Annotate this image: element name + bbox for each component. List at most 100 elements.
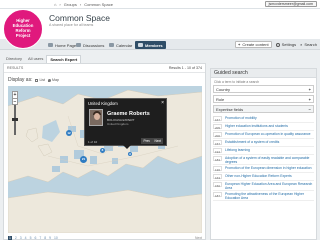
tab-label: Members — [145, 42, 163, 48]
popup-prev-button[interactable]: Prev — [141, 138, 152, 144]
zoom-slider-handle[interactable] — [12, 118, 18, 121]
term-link[interactable]: Promotion of European co-operation in qu… — [225, 132, 311, 136]
page-link[interactable]: 8 — [44, 236, 46, 240]
popup-pointer — [123, 145, 131, 149]
project-logo[interactable]: Higher Education Reform Project — [3, 9, 43, 49]
list-item[interactable]: 183 Adoption of a system of easily readab… — [213, 155, 314, 165]
list-item[interactable]: 163 Other non-Higher Education Reform Exp… — [213, 173, 314, 181]
gear-icon — [275, 42, 280, 47]
popup-next-button[interactable]: Next — [152, 138, 163, 144]
map-cluster-marker[interactable]: 21 — [80, 156, 87, 163]
home-icon[interactable]: ⌂ — [54, 2, 56, 7]
term-link[interactable]: Other non-Higher Education Reform Expert… — [225, 174, 292, 178]
zoom-in-button[interactable]: + — [13, 92, 17, 98]
list-view-label: List — [39, 78, 46, 82]
tab-members[interactable]: Members — [135, 41, 166, 49]
term-link[interactable]: Establishment of a system of credits — [225, 140, 279, 144]
page-link[interactable]: 10 — [54, 236, 58, 240]
expert-popup: United Kingdom × Graeme Roberts BOLOGNA … — [84, 98, 167, 149]
facet-label: Role — [216, 97, 225, 102]
zoom-control: + − — [12, 91, 18, 105]
term-link[interactable]: European Higher Education Area and Europ… — [225, 182, 314, 190]
list-item[interactable]: 205 Higher education institutions and stu… — [213, 123, 314, 131]
term-count: 194 — [213, 148, 222, 154]
term-count: 163 — [213, 174, 222, 180]
map-view-button[interactable]: Map — [48, 78, 59, 82]
facet-country[interactable]: Country + — [213, 85, 314, 93]
guided-search-hint: Click a term to initiate a search — [214, 80, 260, 84]
search-button[interactable]: ⌕ Search — [300, 41, 317, 48]
tab-directory[interactable]: Directory — [3, 55, 25, 63]
term-link[interactable]: Higher education institutions and studen… — [225, 124, 288, 128]
term-link[interactable]: Adoption of a system of easily readable … — [225, 156, 314, 164]
facet-expertise-fields[interactable]: Expertise fields − — [213, 105, 314, 113]
list-item[interactable]: 157 Establishment of a system of credits — [213, 139, 314, 147]
breadcrumb: ⌂ › Groups › Common Space — [54, 2, 113, 7]
expert-name[interactable]: Graeme Roberts — [107, 111, 150, 117]
settings-button[interactable]: Settings — [275, 41, 297, 48]
map-cluster-marker[interactable]: 12 — [66, 130, 72, 136]
page-link[interactable]: 3 — [20, 236, 22, 240]
collapse-icon: − — [308, 107, 311, 112]
breadcrumb-groups[interactable]: Groups — [64, 2, 77, 7]
avatar[interactable] — [89, 109, 103, 126]
tab-home-page[interactable]: Home Page — [48, 41, 76, 49]
pagination: 1 2 3 4 5 6 7 8 9 10 Next — [8, 235, 202, 240]
guided-search-title: Guided search — [211, 69, 316, 78]
page-link[interactable]: 6 — [34, 236, 36, 240]
list-item[interactable]: 200 Promotion of European co-operation in… — [213, 131, 314, 139]
tab-search-expert[interactable]: Search Expert — [46, 55, 82, 63]
results-count: Results 1 - 10 of 374 — [168, 66, 202, 70]
term-count: 183 — [213, 156, 222, 162]
term-count: 200 — [213, 132, 222, 138]
breadcrumb-common-space[interactable]: Common Space — [84, 2, 113, 7]
map-cluster-marker[interactable]: 3 — [128, 152, 132, 156]
zoom-out-button[interactable]: − — [13, 98, 17, 105]
close-icon[interactable]: × — [161, 100, 164, 106]
user-menu[interactable]: jsmcvdersmeer@gmail.com — [264, 1, 317, 7]
guided-search-panel: Guided search Click a term to initiate a… — [210, 68, 317, 240]
list-item[interactable]: 167 Promotion of mobility — [213, 115, 314, 123]
create-content-label: Create content — [242, 42, 269, 47]
popup-pagination-count: 1 of 10 — [88, 140, 98, 144]
calendar-icon — [109, 43, 114, 47]
home-icon — [48, 43, 53, 47]
page-title: Common Space — [49, 13, 110, 23]
group-nav: Home Page Discussions Calendar Members +… — [0, 39, 320, 50]
list-item[interactable]: 136 Promotion of the European dimension i… — [213, 165, 314, 173]
term-link[interactable]: Promotion of the European dimension in h… — [225, 166, 312, 170]
facet-role[interactable]: Role + — [213, 95, 314, 103]
term-link[interactable]: Lifelong learning — [225, 148, 250, 152]
term-count: 205 — [213, 124, 222, 130]
breadcrumb-separator: › — [79, 2, 82, 7]
list-item[interactable]: 194 Lifelong learning — [213, 147, 314, 155]
page-subtitle: A shared place for all teams — [49, 23, 94, 27]
facet-label: Expertise fields — [216, 107, 244, 112]
list-item[interactable]: 187 Promoting the attractiveness of the E… — [213, 191, 314, 201]
page-link[interactable]: 4 — [25, 236, 27, 240]
page-link[interactable]: 5 — [30, 236, 32, 240]
avatar-face — [94, 113, 100, 120]
list-item[interactable]: 150 European Higher Education Area and Eu… — [213, 181, 314, 191]
list-view-button[interactable]: List — [35, 78, 45, 82]
page-link[interactable]: 9 — [49, 236, 51, 240]
settings-label: Settings — [281, 42, 297, 47]
term-count: 167 — [213, 116, 222, 122]
page-link[interactable]: 2 — [15, 236, 17, 240]
experts-map[interactable]: + − 12 8 3 5 21 United Kingdom × Graeme … — [8, 86, 202, 233]
page-link[interactable]: 7 — [39, 236, 41, 240]
search-icon: ⌕ — [300, 42, 303, 47]
display-as: Display as: List Map — [8, 77, 59, 83]
map-cluster-marker[interactable]: 8 — [100, 148, 105, 153]
map-pin-icon — [48, 78, 52, 82]
tab-calendar[interactable]: Calendar — [109, 41, 132, 49]
tab-discussions[interactable]: Discussions — [76, 41, 104, 49]
next-page-link[interactable]: Next — [195, 236, 202, 240]
create-content-button[interactable]: + Create content — [235, 41, 272, 48]
tab-all-users[interactable]: All users — [25, 55, 46, 63]
term-link[interactable]: Promotion of mobility — [225, 116, 257, 120]
results-label: RESULTS — [7, 66, 24, 70]
term-link[interactable]: Promoting the attractiveness of the Euro… — [225, 192, 314, 200]
page-link[interactable]: 1 — [8, 236, 12, 240]
top-bar: ⌂ › Groups › Common Space jsmcvdersmeer@… — [0, 0, 320, 9]
